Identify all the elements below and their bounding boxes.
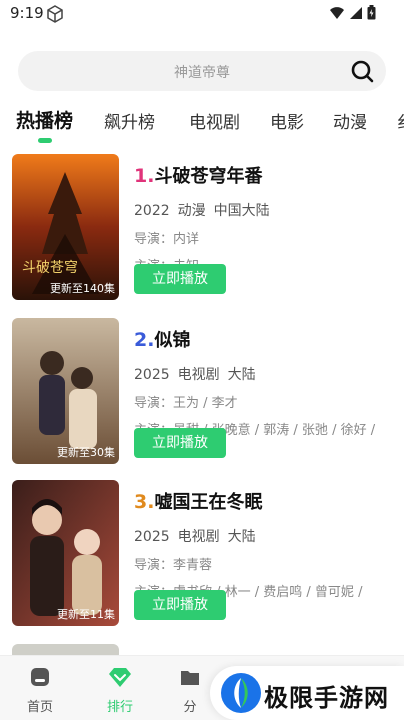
list-item[interactable]: 斗破苍穹 更新至140集 1.斗破苍穹年番 2022动漫中国大陆 导演：内详 主…	[0, 150, 404, 300]
play-button[interactable]: 立即播放	[134, 590, 226, 620]
item-meta: 2025 电视剧 大陆	[134, 529, 256, 545]
poster-image[interactable]: 斗破苍穹 更新至140集	[12, 154, 119, 300]
episode-badge: 更新至140集	[50, 282, 115, 295]
item-meta: 2025 电视剧 大陆	[134, 367, 256, 383]
rank-number: 3.	[134, 491, 155, 513]
play-button[interactable]: 立即播放	[134, 428, 226, 458]
rank-number: 1.	[134, 165, 155, 187]
cube-icon	[46, 5, 64, 27]
status-bar: 9:19	[0, 0, 404, 28]
nav-home[interactable]: 首页	[15, 666, 65, 715]
item-title: 2.似锦	[134, 329, 191, 351]
item-director: 导演：内详	[134, 232, 200, 247]
rank-number: 2.	[134, 329, 155, 351]
play-button[interactable]: 立即播放	[134, 264, 226, 294]
status-indicators	[329, 5, 376, 20]
wifi-icon	[330, 6, 344, 19]
search-bar[interactable]: 神道帝尊	[18, 51, 386, 91]
list-item[interactable]: 更新至30集 2.似锦 2025 电视剧 大陆 导演：王为 / 李才 主演：景甜 /…	[0, 314, 404, 464]
tab-anime[interactable]: 动漫	[333, 108, 367, 133]
category-tabs: 热播榜 飙升榜 电视剧 电影 动漫 纟	[0, 100, 404, 144]
nav-category[interactable]: 分	[165, 666, 215, 715]
site-logo-icon	[221, 673, 261, 713]
home-icon	[31, 668, 49, 686]
svg-text:斗破苍穹: 斗破苍穹	[22, 260, 78, 276]
item-director: 导演：李青蓉	[134, 558, 213, 573]
tab-hot[interactable]: 热播榜	[16, 106, 73, 133]
episode-badge: 更新至30集	[57, 446, 115, 459]
battery-icon	[367, 5, 376, 20]
item-meta: 2022 动漫 中国大陆	[134, 203, 270, 219]
item-director: 导演：王为 / 李才	[134, 396, 238, 411]
signal-icon	[350, 6, 362, 19]
item-title: 3.嘘国王在冬眠	[134, 491, 263, 513]
watermark-logo: 极限手游网	[210, 666, 404, 720]
search-icon[interactable]	[350, 59, 374, 87]
status-time: 9:19	[10, 4, 44, 22]
watermark-text: 极限手游网	[264, 684, 389, 712]
tab-tv[interactable]: 电视剧	[189, 108, 240, 133]
poster-image[interactable]: 更新至11集	[12, 480, 119, 626]
tab-movie[interactable]: 电影	[270, 108, 304, 133]
search-placeholder: 神道帝尊	[174, 65, 230, 81]
list-item[interactable]: 更新至11集 3.嘘国王在冬眠 2025 电视剧 大陆 导演：李青蓉 主演：虞书欣 …	[0, 476, 404, 626]
tab-indicator	[38, 138, 52, 143]
nav-ranking[interactable]: 排行	[95, 666, 145, 715]
diamond-icon	[109, 668, 131, 687]
tab-more[interactable]: 纟	[397, 108, 404, 133]
poster-image[interactable]: 更新至30集	[12, 318, 119, 464]
tab-rising[interactable]: 飙升榜	[104, 108, 155, 133]
folder-icon	[181, 671, 199, 685]
episode-badge: 更新至11集	[57, 608, 115, 621]
item-title: 1.斗破苍穹年番	[134, 165, 263, 187]
